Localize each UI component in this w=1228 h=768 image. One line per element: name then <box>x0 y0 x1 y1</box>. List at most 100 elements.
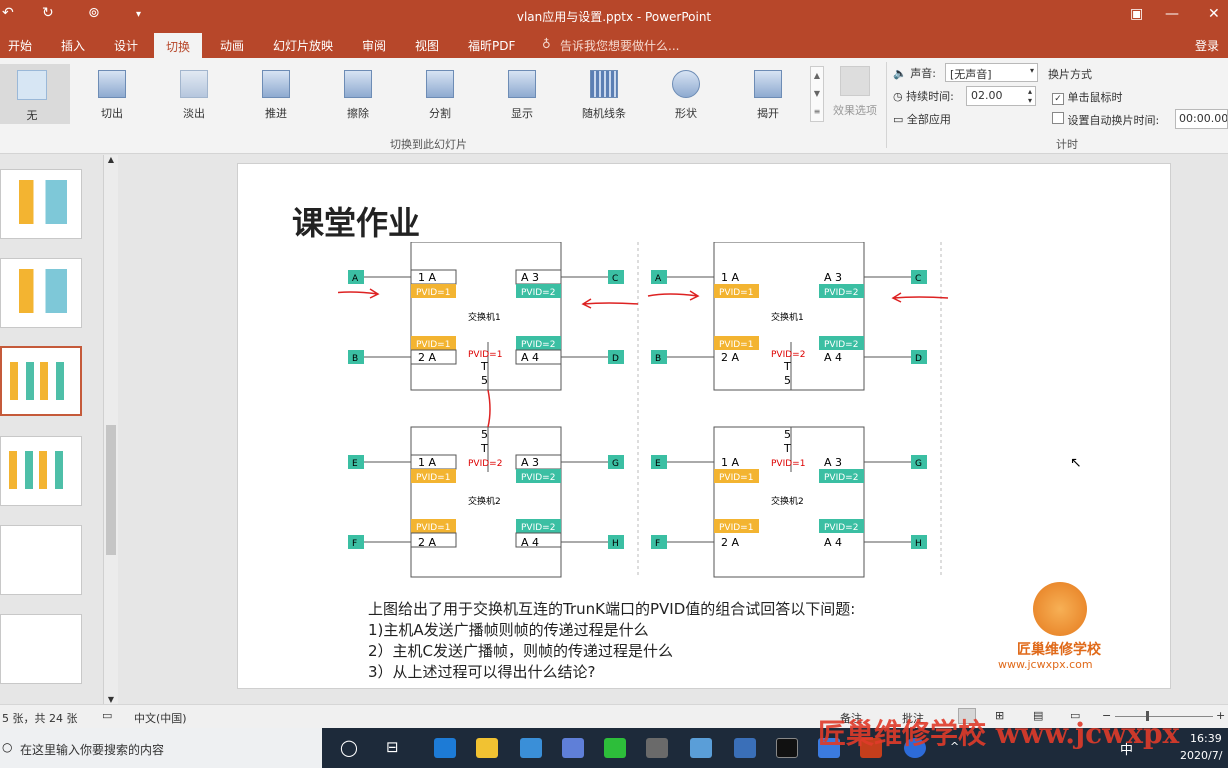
pvid-label: PVID=2 <box>521 523 555 533</box>
trunk-t-label: T <box>480 442 488 455</box>
pvid-label: PVID=2 <box>824 340 858 350</box>
app-icon[interactable] <box>734 738 756 758</box>
slide-thumbnail[interactable] <box>0 525 82 595</box>
tell-me-box[interactable]: 告诉我您想要做什么... <box>560 37 679 54</box>
tab-transitions[interactable]: 切换 <box>154 33 203 58</box>
tab-animations[interactable]: 动画 <box>220 37 244 54</box>
host-label: B <box>655 354 661 364</box>
slide-thumbnail-current[interactable] <box>0 346 82 416</box>
fade-icon <box>180 70 208 98</box>
host-label: A <box>655 274 662 284</box>
auto-after-row[interactable]: 设置自动换片时间: <box>1052 112 1159 128</box>
title-bar: ↶ ↻ ⊚ ▾ vlan应用与设置.pptx - PowerPoint ▣ — … <box>0 0 1228 31</box>
shape-icon <box>672 70 700 98</box>
transition-reveal[interactable]: 显示 <box>490 70 554 121</box>
transition-uncover[interactable]: 揭开 <box>736 70 800 121</box>
window-title: vlan应用与设置.pptx - PowerPoint <box>516 10 712 24</box>
transition-fade[interactable]: 淡出 <box>162 70 226 121</box>
trunk-5-label: 5 <box>784 374 791 387</box>
on-click-checkbox[interactable]: ✓ <box>1052 93 1064 105</box>
host-label: E <box>655 459 661 469</box>
tab-design[interactable]: 设计 <box>114 37 138 54</box>
transition-split[interactable]: 分割 <box>408 70 472 121</box>
transition-cut[interactable]: 切出 <box>80 70 144 121</box>
file-explorer-icon[interactable] <box>476 738 498 758</box>
switch2-label: 交换机2 <box>468 495 501 507</box>
duration-input[interactable]: 02.00 ▴ ▾ <box>966 86 1036 106</box>
port-a3-label: A 3 <box>824 271 842 284</box>
split-icon <box>426 70 454 98</box>
host-label: D <box>612 354 619 364</box>
store-icon[interactable] <box>520 738 542 758</box>
pvid-label: PVID=2 <box>824 523 858 533</box>
app-icon[interactable] <box>646 738 668 758</box>
zoom-in-icon[interactable]: + <box>1216 709 1225 722</box>
uncover-icon <box>754 70 782 98</box>
host-label: C <box>915 274 921 284</box>
slide-canvas[interactable]: 课堂作业 1 A PVID=1 A 3 PVID=2 PVID=1 2 A PV… <box>237 163 1171 689</box>
clock-date[interactable]: 2020/7/ <box>1180 749 1222 762</box>
tab-foxit-pdf[interactable]: 福昕PDF <box>468 37 515 54</box>
tab-home[interactable]: 开始 <box>8 37 32 54</box>
wechat-icon[interactable] <box>604 738 626 758</box>
logo-url: www.jcwxpx.com <box>998 658 1093 671</box>
trunk-t-label: T <box>480 360 488 373</box>
host-label: A <box>352 274 359 284</box>
trunk-t-label: T <box>783 442 791 455</box>
port-a4-label: A 4 <box>824 351 842 364</box>
random-bars-icon <box>590 70 618 98</box>
video-watermark: 匠巢维修学校 www.jcwxpx <box>818 717 1180 750</box>
duration-row: ◷ 持续时间: <box>893 90 954 103</box>
cortana-icon[interactable]: ◯ <box>340 738 358 757</box>
transition-shape[interactable]: 形状 <box>654 70 718 121</box>
auto-after-checkbox[interactable] <box>1052 112 1064 124</box>
slide-thumbnail[interactable] <box>0 169 82 239</box>
auto-after-input[interactable]: 00:00.00 <box>1175 109 1228 129</box>
login-link[interactable]: 登录 <box>1195 37 1219 54</box>
tab-review[interactable]: 审阅 <box>362 37 386 54</box>
edge-icon[interactable] <box>434 738 456 758</box>
slide-thumbnail[interactable] <box>0 258 82 328</box>
pvid-label: PVID=1 <box>416 288 450 298</box>
tab-slideshow[interactable]: 幻灯片放映 <box>273 37 333 54</box>
apply-all-button[interactable]: ▭ 全部应用 <box>893 111 951 127</box>
clock-time[interactable]: 16:39 <box>1190 732 1222 745</box>
tab-insert[interactable]: 插入 <box>61 37 85 54</box>
task-view-icon[interactable]: ⊟ <box>386 738 399 756</box>
slide-thumbnail[interactable] <box>0 614 82 684</box>
transition-wipe[interactable]: 擦除 <box>326 70 390 121</box>
host-label: G <box>612 459 619 469</box>
scroll-down-icon[interactable]: ▼ <box>104 695 118 704</box>
taskbar-search-box[interactable]: 在这里输入你要搜索的内容 <box>20 741 164 758</box>
language-indicator[interactable]: 中文(中国) <box>134 710 187 726</box>
port-a3-label: A 3 <box>521 271 539 284</box>
transition-push[interactable]: 推进 <box>244 70 308 121</box>
lightbulb-icon: ♁ <box>542 37 551 51</box>
tab-view[interactable]: 视图 <box>415 37 439 54</box>
group-divider <box>886 62 887 148</box>
transition-none[interactable]: 无 <box>0 70 64 123</box>
terminal-icon[interactable] <box>776 738 798 758</box>
sound-select[interactable]: [无声音] ▾ <box>945 63 1038 82</box>
push-icon <box>262 70 290 98</box>
scroll-up-icon[interactable]: ▲ <box>104 155 118 164</box>
panel-scrollbar[interactable]: ▲ ▼ <box>103 155 118 704</box>
ribbon-display-icon[interactable]: ▣ <box>1130 6 1143 22</box>
slide-thumbnail[interactable] <box>0 436 82 506</box>
minimize-icon[interactable]: — <box>1165 6 1179 22</box>
on-click-checkbox-row[interactable]: ✓ 单击鼠标时 <box>1052 89 1123 105</box>
switch2-label: 交换机2 <box>771 495 804 507</box>
scroll-thumb[interactable] <box>106 425 116 555</box>
spinner-icon[interactable]: ▴ ▾ <box>1028 87 1032 105</box>
slide-title: 课堂作业 <box>292 204 421 242</box>
gallery-scroll[interactable]: ▲ ▼ ≡ <box>810 66 824 122</box>
pvid-label: PVID=2 <box>521 340 555 350</box>
close-icon[interactable]: ✕ <box>1208 6 1220 22</box>
app-icon[interactable] <box>562 738 584 758</box>
paint-icon[interactable] <box>690 738 712 758</box>
accessibility-icon[interactable]: ▭ <box>102 709 112 722</box>
port-a4-label: A 4 <box>521 351 539 364</box>
effect-options-button[interactable]: 效果选项 <box>830 66 880 118</box>
cut-icon <box>98 70 126 98</box>
transition-random-bars[interactable]: 随机线条 <box>572 70 636 121</box>
